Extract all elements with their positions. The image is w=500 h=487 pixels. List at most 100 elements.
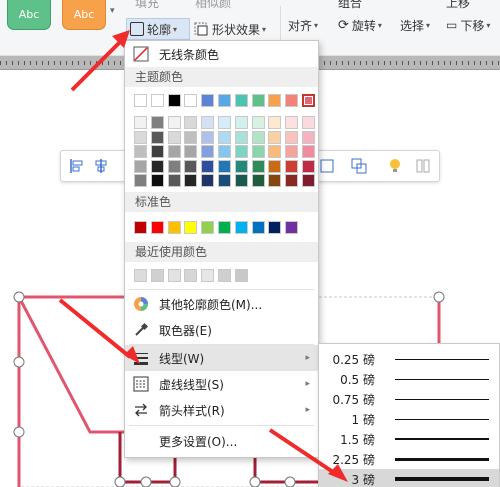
theme-shade-swatch[interactable] bbox=[150, 159, 164, 173]
resize-handle[interactable] bbox=[13, 426, 25, 438]
recent-color-swatch[interactable] bbox=[201, 269, 215, 282]
theme-shade-swatch[interactable] bbox=[201, 130, 215, 144]
theme-shade-swatch[interactable] bbox=[167, 159, 181, 173]
theme-shade-swatch[interactable] bbox=[285, 130, 299, 144]
theme-shade-swatch[interactable] bbox=[167, 145, 181, 158]
theme-shade-swatch[interactable] bbox=[150, 145, 164, 158]
theme-shade-swatch[interactable] bbox=[268, 145, 282, 158]
theme-shade-swatch[interactable] bbox=[184, 130, 198, 144]
theme-shade-swatch[interactable] bbox=[251, 159, 265, 173]
recent-color-swatch[interactable] bbox=[234, 269, 248, 282]
theme-color-swatch[interactable] bbox=[251, 94, 265, 107]
theme-color-swatch[interactable] bbox=[184, 94, 198, 107]
line-style-item[interactable]: 线型(W) ▸ bbox=[125, 345, 318, 371]
standard-color-swatch[interactable] bbox=[268, 221, 282, 234]
theme-shade-swatch[interactable] bbox=[251, 130, 265, 144]
arrow-style-item[interactable]: 箭头样式(R) ▸ bbox=[125, 397, 318, 423]
theme-shade-swatch[interactable] bbox=[234, 174, 248, 187]
theme-shade-swatch[interactable] bbox=[184, 174, 198, 187]
theme-shade-swatch[interactable] bbox=[201, 174, 215, 187]
theme-color-swatch[interactable] bbox=[218, 94, 231, 107]
standard-color-swatch[interactable] bbox=[184, 221, 198, 234]
line-weight-option[interactable]: 0.25 磅 bbox=[319, 349, 499, 369]
theme-shade-swatch[interactable] bbox=[167, 174, 181, 187]
recent-color-swatch[interactable] bbox=[134, 269, 147, 282]
theme-shade-swatch[interactable] bbox=[234, 130, 248, 144]
recent-color-swatch[interactable] bbox=[184, 269, 198, 282]
theme-shade-swatch[interactable] bbox=[150, 130, 164, 144]
theme-shade-swatch[interactable] bbox=[201, 159, 215, 173]
theme-shade-swatch[interactable] bbox=[134, 159, 147, 173]
theme-shade-swatch[interactable] bbox=[218, 174, 231, 187]
resize-handle[interactable] bbox=[140, 476, 152, 487]
theme-shade-swatch[interactable] bbox=[218, 159, 231, 173]
theme-shade-swatch[interactable] bbox=[285, 145, 299, 158]
theme-color-swatch[interactable] bbox=[285, 94, 299, 107]
recent-color-swatch[interactable] bbox=[167, 269, 181, 282]
resize-handle[interactable] bbox=[114, 476, 126, 487]
theme-color-swatch[interactable] bbox=[234, 94, 248, 107]
recent-color-swatch[interactable] bbox=[218, 269, 231, 282]
theme-color-swatch[interactable] bbox=[201, 94, 215, 107]
line-weight-option[interactable]: 1.5 磅 bbox=[319, 429, 499, 449]
theme-shade-swatch[interactable] bbox=[167, 130, 181, 144]
theme-shade-swatch[interactable] bbox=[234, 159, 248, 173]
theme-color-swatch[interactable] bbox=[134, 94, 147, 107]
theme-shade-swatch[interactable] bbox=[234, 145, 248, 158]
theme-shade-swatch[interactable] bbox=[150, 116, 164, 129]
standard-color-swatch[interactable] bbox=[134, 221, 147, 234]
resize-handle[interactable] bbox=[169, 476, 181, 487]
standard-color-swatch[interactable] bbox=[150, 221, 164, 234]
theme-shade-swatch[interactable] bbox=[268, 116, 282, 129]
resize-handle[interactable] bbox=[249, 476, 261, 487]
theme-shade-swatch[interactable] bbox=[184, 159, 198, 173]
line-weight-option[interactable]: 1 磅 bbox=[319, 409, 499, 429]
theme-color-swatch[interactable] bbox=[167, 94, 181, 107]
line-weight-option[interactable]: 3 磅 bbox=[319, 469, 499, 487]
theme-shade-swatch[interactable] bbox=[218, 145, 231, 158]
line-weight-option[interactable]: 2.25 磅 bbox=[319, 449, 499, 469]
theme-shade-swatch[interactable] bbox=[302, 159, 315, 173]
recent-color-swatch[interactable] bbox=[150, 269, 164, 282]
theme-shade-swatch[interactable] bbox=[251, 116, 265, 129]
theme-color-swatch[interactable] bbox=[302, 94, 315, 107]
no-line-color-item[interactable]: 无线条颜色 bbox=[125, 41, 318, 67]
line-weight-option[interactable]: 0.5 磅 bbox=[319, 369, 499, 389]
eyedropper-item[interactable]: 取色器(E) bbox=[125, 317, 318, 343]
theme-shade-swatch[interactable] bbox=[150, 174, 164, 187]
theme-shade-swatch[interactable] bbox=[251, 174, 265, 187]
theme-shade-swatch[interactable] bbox=[134, 116, 147, 129]
theme-shade-swatch[interactable] bbox=[251, 145, 265, 158]
theme-shade-swatch[interactable] bbox=[218, 130, 231, 144]
theme-shade-swatch[interactable] bbox=[302, 174, 315, 187]
theme-color-swatch[interactable] bbox=[268, 94, 282, 107]
theme-shade-swatch[interactable] bbox=[218, 116, 231, 129]
theme-shade-swatch[interactable] bbox=[134, 174, 147, 187]
standard-color-swatch[interactable] bbox=[285, 221, 299, 234]
theme-shade-swatch[interactable] bbox=[134, 145, 147, 158]
theme-shade-swatch[interactable] bbox=[201, 145, 215, 158]
resize-handle[interactable] bbox=[13, 291, 25, 303]
theme-shade-swatch[interactable] bbox=[268, 159, 282, 173]
standard-color-swatch[interactable] bbox=[201, 221, 215, 234]
standard-color-swatch[interactable] bbox=[251, 221, 265, 234]
theme-shade-swatch[interactable] bbox=[184, 145, 198, 158]
standard-color-swatch[interactable] bbox=[234, 221, 248, 234]
theme-shade-swatch[interactable] bbox=[302, 116, 315, 129]
resize-handle[interactable] bbox=[433, 291, 445, 303]
more-outline-colors-item[interactable]: 其他轮廓颜色(M)... bbox=[125, 291, 318, 317]
theme-shade-swatch[interactable] bbox=[268, 174, 282, 187]
theme-shade-swatch[interactable] bbox=[285, 159, 299, 173]
theme-shade-swatch[interactable] bbox=[167, 116, 181, 129]
line-weight-option[interactable]: 0.75 磅 bbox=[319, 389, 499, 409]
resize-handle[interactable] bbox=[13, 356, 25, 368]
theme-shade-swatch[interactable] bbox=[184, 116, 198, 129]
theme-shade-swatch[interactable] bbox=[201, 116, 215, 129]
theme-color-swatch[interactable] bbox=[150, 94, 164, 107]
theme-shade-swatch[interactable] bbox=[285, 116, 299, 129]
resize-handle[interactable] bbox=[284, 476, 296, 487]
theme-shade-swatch[interactable] bbox=[268, 130, 282, 144]
theme-shade-swatch[interactable] bbox=[234, 116, 248, 129]
standard-color-swatch[interactable] bbox=[167, 221, 181, 234]
standard-color-swatch[interactable] bbox=[218, 221, 231, 234]
